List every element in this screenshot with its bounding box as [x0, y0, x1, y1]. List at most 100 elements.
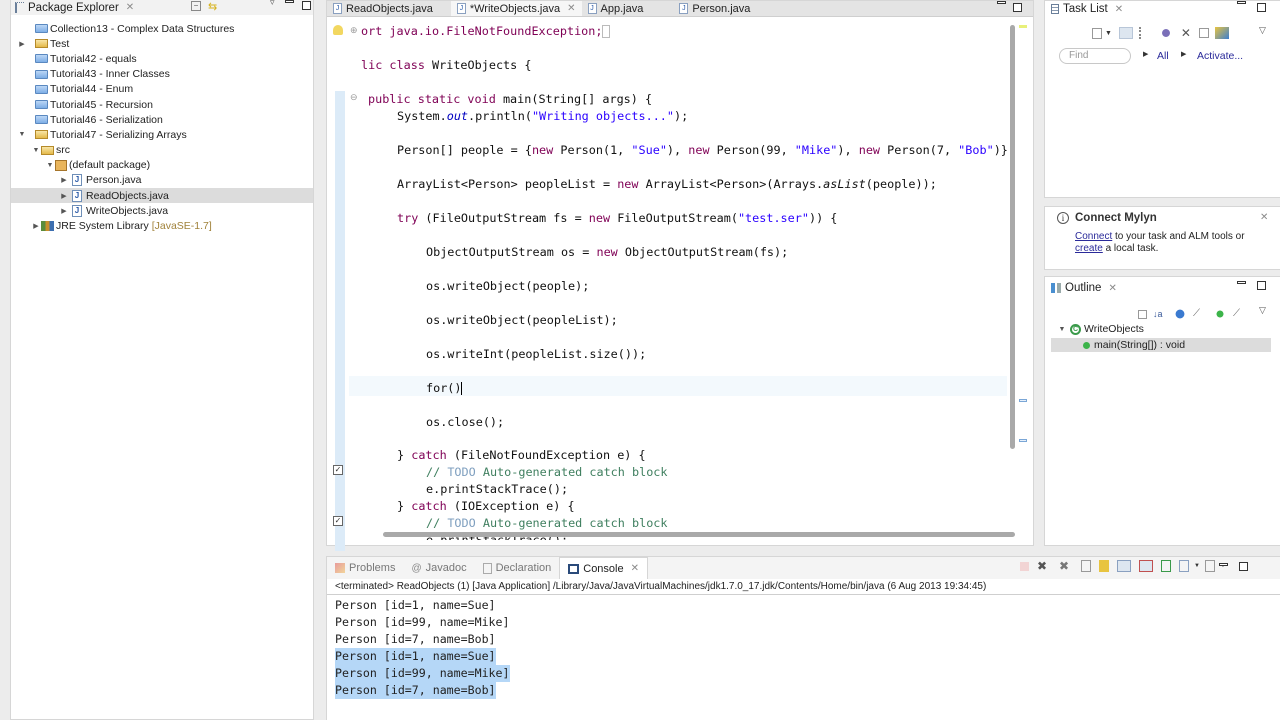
- remove-launch-icon[interactable]: ✖: [1037, 560, 1051, 572]
- console-output[interactable]: Person [id=1, name=Sue] Person [id=99, n…: [327, 595, 1280, 699]
- tree-item-collection13[interactable]: Collection13 - Complex Data Structures: [11, 21, 313, 36]
- tree-item-test[interactable]: ▶ Test: [11, 36, 313, 51]
- expand-arrow-icon[interactable]: ▶: [59, 176, 69, 184]
- collapse-all-icon[interactable]: [1138, 309, 1147, 319]
- tree-item-src[interactable]: ▼ src: [11, 143, 313, 158]
- minimize-icon[interactable]: [1237, 281, 1246, 284]
- expand-all-filter-arrow-icon[interactable]: ▶: [1143, 50, 1148, 58]
- categorized-icon[interactable]: [1118, 27, 1133, 39]
- close-icon[interactable]: ✕: [1108, 283, 1116, 294]
- tree-item-tutorial47[interactable]: ▼ Tutorial47 - Serializing Arrays: [11, 127, 313, 142]
- outline-tab[interactable]: Outline ✕: [1045, 282, 1123, 294]
- remove-all-terminated-icon[interactable]: ✖: [1059, 560, 1073, 572]
- clear-console-icon[interactable]: [1081, 560, 1091, 572]
- collapse-arrow-icon[interactable]: ▼: [45, 162, 55, 169]
- close-icon[interactable]: ✕: [1260, 212, 1268, 223]
- vertical-scrollbar[interactable]: [1010, 25, 1015, 449]
- tree-item-tutorial42[interactable]: Tutorial42 - equals: [11, 51, 313, 66]
- hide-completed-icon[interactable]: ✕: [1179, 27, 1193, 39]
- overview-task-mark[interactable]: [1019, 439, 1027, 442]
- new-task-icon[interactable]: [1092, 27, 1102, 39]
- minimize-icon[interactable]: [285, 0, 294, 3]
- collapse-arrow-icon[interactable]: ▼: [1057, 326, 1067, 333]
- collapse-arrow-icon[interactable]: ▼: [31, 147, 41, 154]
- maximize-icon[interactable]: [302, 1, 311, 10]
- pin-console-icon[interactable]: [1161, 560, 1171, 572]
- tab-writeobjects[interactable]: J *WriteObjects.java ✕: [450, 1, 582, 16]
- hide-local-types-icon[interactable]: ⟋: [1233, 308, 1247, 320]
- scroll-lock-icon[interactable]: [1099, 560, 1109, 572]
- sort-icon[interactable]: ↓a: [1153, 308, 1167, 320]
- close-icon[interactable]: ✕: [126, 2, 134, 13]
- overview-task-mark[interactable]: [1019, 399, 1027, 402]
- maximize-icon[interactable]: [1257, 3, 1266, 12]
- expand-arrow-icon[interactable]: ▶: [59, 192, 69, 200]
- tab-javadoc[interactable]: @ Javadoc: [403, 557, 474, 579]
- tab-person[interactable]: J Person.java: [673, 1, 768, 16]
- expand-arrow-icon[interactable]: ▶: [17, 40, 27, 48]
- task-marker-icon[interactable]: ✓: [333, 465, 343, 475]
- collapse-arrow-icon[interactable]: ▼: [17, 131, 27, 138]
- minimize-icon[interactable]: [1219, 563, 1228, 566]
- minimize-icon[interactable]: [1237, 1, 1246, 4]
- close-icon[interactable]: ✕: [631, 563, 639, 574]
- view-menu-icon[interactable]: ▽: [1259, 25, 1266, 36]
- task-list-tab[interactable]: Task List ✕: [1045, 3, 1129, 15]
- tab-declaration[interactable]: Declaration: [475, 557, 560, 579]
- expand-arrow-icon[interactable]: ▶: [59, 207, 69, 215]
- maximize-icon[interactable]: [1257, 281, 1266, 290]
- show-on-stdout-icon[interactable]: [1117, 560, 1131, 572]
- activate-task-link[interactable]: Activate...: [1197, 50, 1243, 62]
- close-tab-icon[interactable]: ✕: [567, 3, 575, 14]
- tree-item-tutorial43[interactable]: Tutorial43 - Inner Classes: [11, 67, 313, 82]
- connect-link[interactable]: Connect: [1075, 231, 1112, 242]
- task-find-input[interactable]: Find: [1059, 48, 1131, 64]
- link-with-editor-icon[interactable]: ⇆: [208, 0, 217, 13]
- filter-all-link[interactable]: All: [1157, 50, 1169, 62]
- package-explorer-tab[interactable]: Package Explorer ✕: [11, 2, 140, 14]
- dropdown-arrow-icon[interactable]: ▼: [1194, 563, 1200, 569]
- tree-item-writeobjects-java[interactable]: ▶ J WriteObjects.java: [11, 203, 313, 218]
- expand-fold-icon[interactable]: ⊕: [350, 25, 358, 36]
- view-menu-icon[interactable]: ▽: [1259, 305, 1266, 316]
- tab-app[interactable]: J App.java: [582, 1, 674, 16]
- synchronize-icon[interactable]: [1214, 27, 1229, 39]
- tree-item-person-java[interactable]: ▶ J Person.java: [11, 173, 313, 188]
- maximize-icon[interactable]: [1013, 3, 1022, 12]
- hide-fields-icon[interactable]: [1173, 308, 1187, 320]
- open-console-icon[interactable]: [1204, 560, 1215, 572]
- horizontal-scrollbar[interactable]: [383, 532, 1015, 537]
- tree-item-tutorial46[interactable]: Tutorial46 - Serialization: [11, 112, 313, 127]
- outline-item-method[interactable]: main(String[]) : void: [1051, 338, 1271, 352]
- minimize-icon[interactable]: [997, 1, 1006, 4]
- terminate-icon[interactable]: [1020, 561, 1029, 571]
- tree-item-readobjects-java[interactable]: ▶ J ReadObjects.java: [11, 188, 313, 204]
- tab-readobjects[interactable]: J ReadObjects.java: [327, 1, 451, 16]
- show-on-stderr-icon[interactable]: [1139, 560, 1153, 572]
- tree-item-jre-library[interactable]: ▶ JRE System Library [JavaSE-1.7]: [11, 218, 313, 233]
- collapse-fold-icon[interactable]: ⊖: [350, 92, 358, 103]
- hide-static-icon[interactable]: ⟋: [1193, 308, 1207, 320]
- collapse-all-icon[interactable]: [1198, 28, 1209, 38]
- close-icon[interactable]: ✕: [1115, 4, 1123, 15]
- warning-lightbulb-icon[interactable]: [333, 25, 343, 35]
- focus-on-workweek-icon[interactable]: [1158, 27, 1173, 39]
- view-menu-icon[interactable]: ▿: [270, 0, 275, 8]
- tab-problems[interactable]: Problems: [327, 557, 403, 579]
- activate-arrow-icon[interactable]: ▶: [1181, 50, 1186, 58]
- hide-non-public-icon[interactable]: [1213, 308, 1227, 320]
- display-console-icon[interactable]: [1179, 560, 1189, 572]
- collapse-all-icon[interactable]: −: [191, 1, 201, 11]
- tab-console[interactable]: Console ✕: [559, 557, 648, 579]
- tree-item-tutorial44[interactable]: Tutorial44 - Enum: [11, 82, 313, 97]
- scheduled-icon[interactable]: [1138, 27, 1153, 39]
- expand-arrow-icon[interactable]: ▶: [31, 222, 41, 230]
- task-marker-icon[interactable]: ✓: [333, 516, 343, 526]
- dropdown-arrow-icon[interactable]: ▼: [1105, 30, 1112, 37]
- maximize-icon[interactable]: [1239, 562, 1248, 571]
- create-link[interactable]: create: [1075, 243, 1103, 254]
- overview-warning-mark[interactable]: [1019, 25, 1027, 28]
- tree-item-default-package[interactable]: ▼ (default package): [11, 158, 313, 173]
- tree-item-tutorial45[interactable]: Tutorial45 - Recursion: [11, 97, 313, 112]
- outline-item-class[interactable]: ▼ C WriteObjects: [1057, 323, 1144, 335]
